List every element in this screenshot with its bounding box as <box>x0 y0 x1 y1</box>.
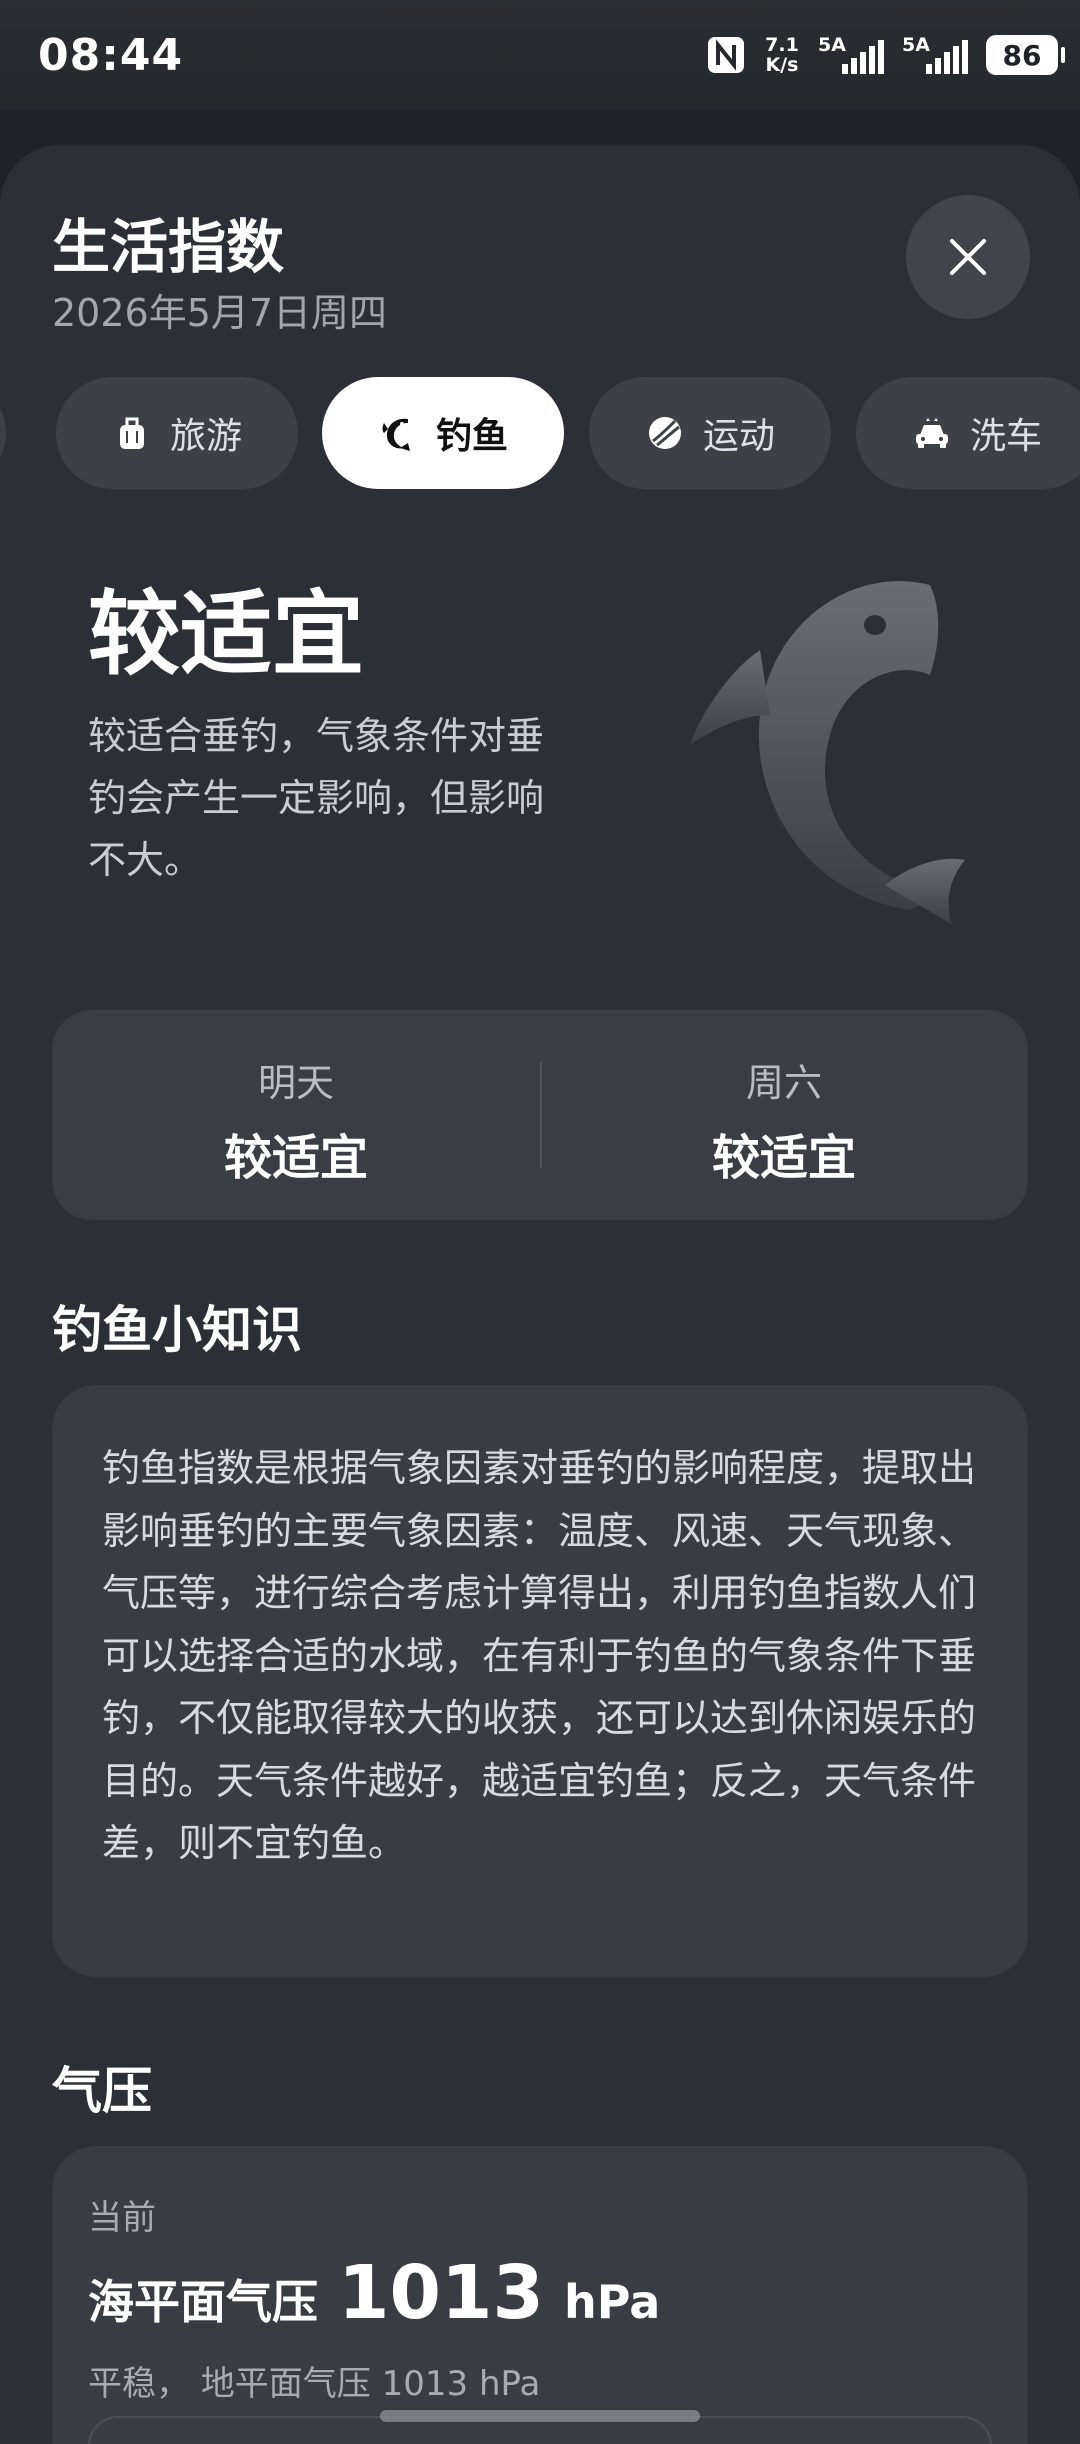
signal-1: 5A <box>818 34 888 76</box>
car-icon <box>915 418 948 448</box>
index-tabs: 旅游 钓鱼 运动 洗车 <box>0 377 1080 491</box>
forecast-item: 周六 较适宜 <box>540 1010 1028 1220</box>
index-description: 较适合垂钓，气象条件对垂钓会产生一定影响，但影响不大。 <box>88 714 545 882</box>
fish-icon <box>382 418 410 451</box>
status-icons: 7.1 K/s 5A 5A 86 <box>706 30 1065 80</box>
sport-ball-icon <box>648 417 681 449</box>
close-button[interactable] <box>906 195 1030 319</box>
tab-previous[interactable] <box>0 377 6 489</box>
signal-bars-icon <box>926 40 968 74</box>
battery-indicator: 86 <box>986 35 1065 75</box>
forecast-card: 明天 较适宜 周六 较适宜 <box>52 1010 1028 1220</box>
tab-carwash-label: 洗车 <box>969 416 1042 457</box>
pressure-value: 1013 <box>338 2250 544 2336</box>
fish-illustration-icon <box>690 581 965 925</box>
forecast-value: 较适宜 <box>223 1130 368 1186</box>
tab-travel[interactable]: 旅游 <box>56 377 298 489</box>
page-title: 生活指数 <box>52 213 285 281</box>
forecast-day: 明天 <box>257 1061 334 1105</box>
nfc-icon <box>708 37 744 73</box>
knowledge-text: 钓鱼指数是根据气象因素对垂钓的影响程度，提取出影响垂钓的主要气象因素：温度、风速… <box>102 1446 977 1865</box>
pressure-main: 海平面气压 1013 hPa <box>88 2250 660 2336</box>
pressure-current-label: 当前 <box>88 2198 156 2238</box>
tab-fishing-label: 钓鱼 <box>435 416 508 457</box>
pressure-subtext: 平稳， 地平面气压 1013 hPa <box>88 2364 541 2404</box>
status-bar: 08:44 7.1 K/s 5A 5A 86 <box>0 0 1080 110</box>
pressure-unit: hPa <box>563 2275 661 2329</box>
tab-sport[interactable]: 运动 <box>589 377 831 489</box>
knowledge-card: 钓鱼指数是根据气象因素对垂钓的影响程度，提取出影响垂钓的主要气象因素：温度、风速… <box>52 1385 1028 1977</box>
network-speed-unit: K/s <box>765 54 799 76</box>
network-speed: 7.1 K/s <box>760 35 804 75</box>
luggage-icon <box>119 417 144 449</box>
life-index-sheet: 生活指数 2026年5月7日周四 旅游 钓鱼 运动 洗车 较适宜 较适合垂钓，气… <box>0 145 1080 2444</box>
tab-sport-label: 运动 <box>702 416 775 457</box>
tab-travel-label: 旅游 <box>169 416 242 457</box>
home-indicator[interactable] <box>380 2410 700 2422</box>
forecast-item: 明天 较适宜 <box>52 1010 540 1220</box>
status-time: 08:44 <box>38 30 184 81</box>
pressure-name: 海平面气压 <box>88 2275 318 2329</box>
knowledge-title: 钓鱼小知识 <box>52 1301 302 1359</box>
index-level: 较适宜 <box>88 581 365 688</box>
close-icon <box>950 239 986 275</box>
signal-2: 5A <box>902 34 972 76</box>
forecast-day: 周六 <box>745 1061 822 1105</box>
tab-fishing[interactable]: 钓鱼 <box>322 377 564 489</box>
forecast-value: 较适宜 <box>711 1130 856 1186</box>
pressure-title: 气压 <box>52 2062 152 2120</box>
tab-carwash[interactable]: 洗车 <box>856 377 1080 489</box>
page-date: 2026年5月7日周四 <box>52 291 388 335</box>
network-speed-value: 7.1 <box>765 34 799 56</box>
pressure-card[interactable]: 当前 海平面气压 1013 hPa 平稳， 地平面气压 1013 hPa <box>52 2146 1028 2444</box>
signal-bars-icon <box>842 40 884 74</box>
